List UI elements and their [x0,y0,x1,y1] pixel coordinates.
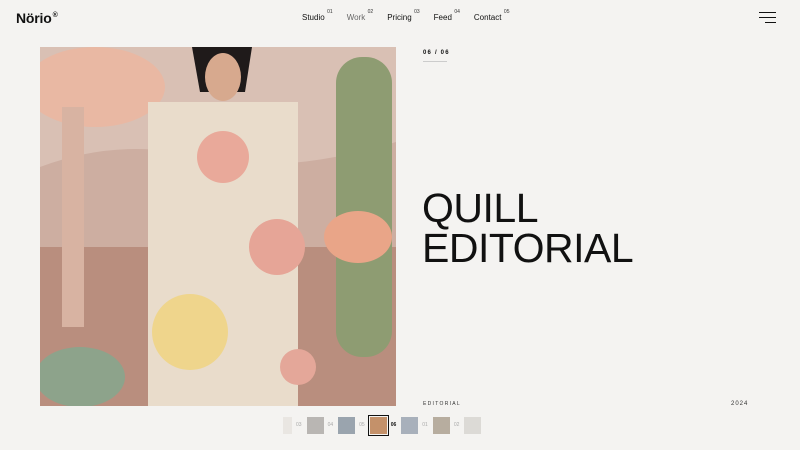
nav-label: Studio [302,13,325,22]
thumbnail-num[interactable]: 04 [328,422,334,428]
thumbnail-strip: 03 04 05 06 01 02 [283,414,482,436]
project-year: 2024 [731,401,749,407]
nav-num: 05 [503,9,510,15]
title-line-1: QUILL [422,185,539,231]
nav-item-work[interactable]: Work 02 [346,9,374,22]
nav-label: Contact [473,13,502,22]
thumbnail-03[interactable] [283,416,292,434]
slide-counter: 06 / 06 [423,50,450,56]
thumbnail-num[interactable]: 03 [296,422,302,428]
thumbnail-05[interactable] [338,416,356,434]
registered-mark: ® [52,12,58,20]
nav-label: Work [346,13,366,22]
thumbnail-next[interactable] [464,416,482,434]
brand-logo[interactable]: Nörio® [16,10,58,26]
thumbnail-num[interactable]: 05 [359,422,365,428]
nav-item-pricing[interactable]: Pricing 03 [387,9,419,22]
hero-image [40,47,396,406]
thumbnail-num[interactable]: 01 [422,422,428,428]
nav-label: Pricing [387,13,412,22]
thumbnail-num-active[interactable]: 06 [391,422,397,428]
counter-divider [423,61,447,62]
project-category: EDITORIAL [423,401,462,407]
hero-illustration [40,47,396,406]
title-line-2: EDITORIAL [422,225,634,271]
project-title: QUILL EDITORIAL [422,185,634,271]
nav-num: 01 [327,9,333,15]
nav-item-studio[interactable]: Studio 01 [302,9,333,22]
nav-num: 04 [454,9,460,15]
thumbnail-06-active[interactable] [367,414,389,436]
brand-name: Nörio [16,10,52,26]
thumbnail-num[interactable]: 02 [454,422,460,428]
nav-item-contact[interactable]: Contact 05 [473,9,510,22]
thumbnail-02[interactable] [432,416,450,434]
thumbnail-04[interactable] [306,416,324,434]
thumbnail-01[interactable] [401,416,419,434]
main-nav: Studio 01 Work 02 Pricing 03 Feed 04 Contact… [302,9,523,22]
nav-item-feed[interactable]: Feed 04 [433,9,460,22]
hamburger-icon[interactable] [759,12,776,24]
nav-num: 02 [367,9,374,15]
nav-label: Feed [433,13,452,22]
nav-num: 03 [414,9,420,15]
